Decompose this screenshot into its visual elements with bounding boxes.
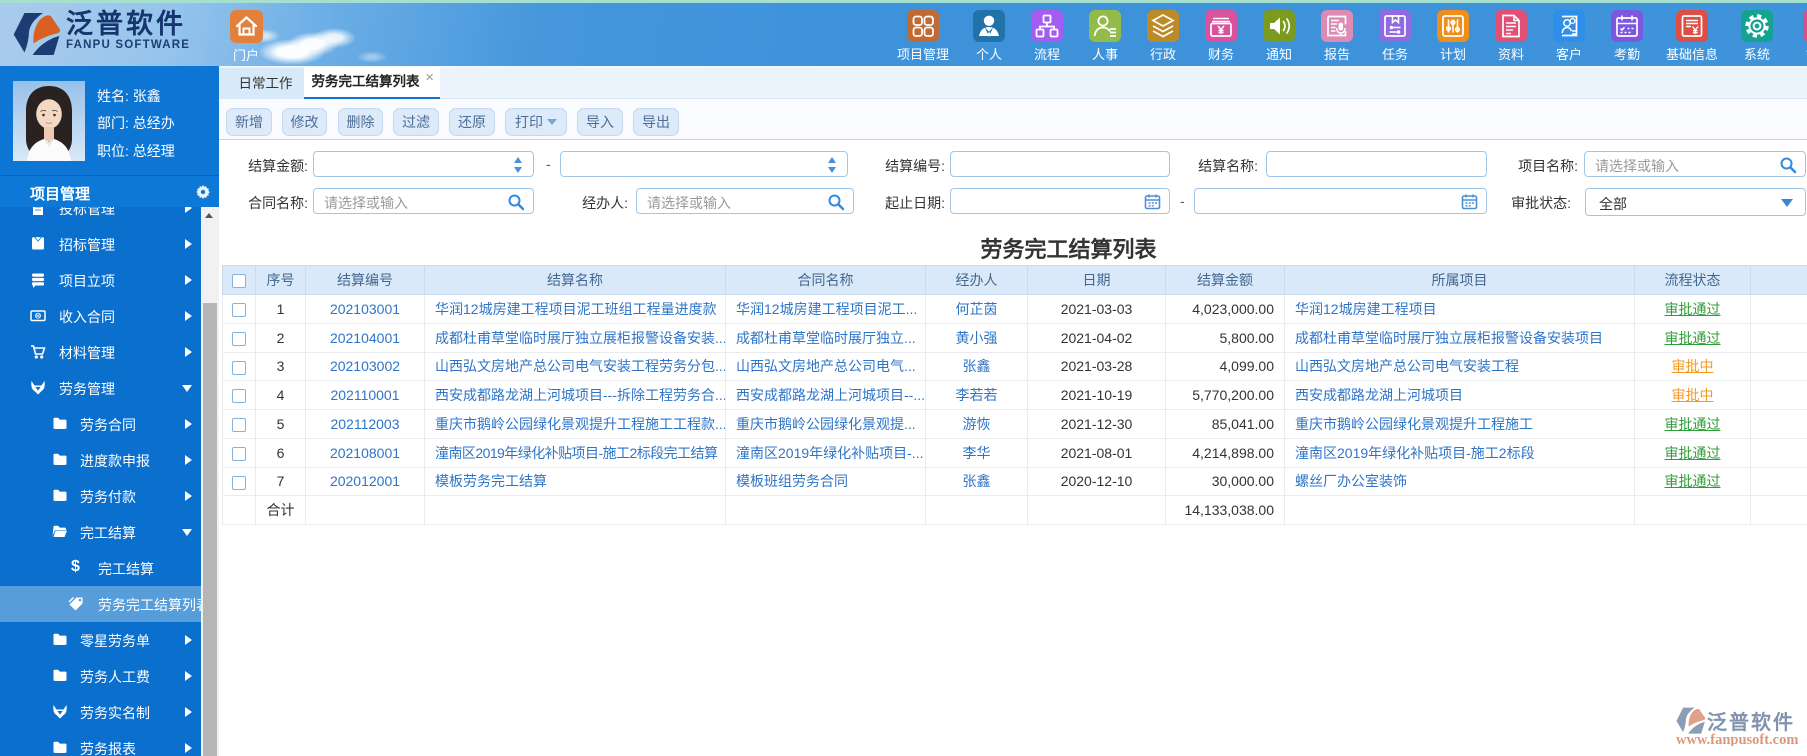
svg-text:泛普软件: 泛普软件: [1707, 710, 1795, 734]
svg-text:0: 0: [36, 313, 40, 320]
svg-text:www.fanpusoft.com: www.fanpusoft.com: [1676, 732, 1798, 746]
